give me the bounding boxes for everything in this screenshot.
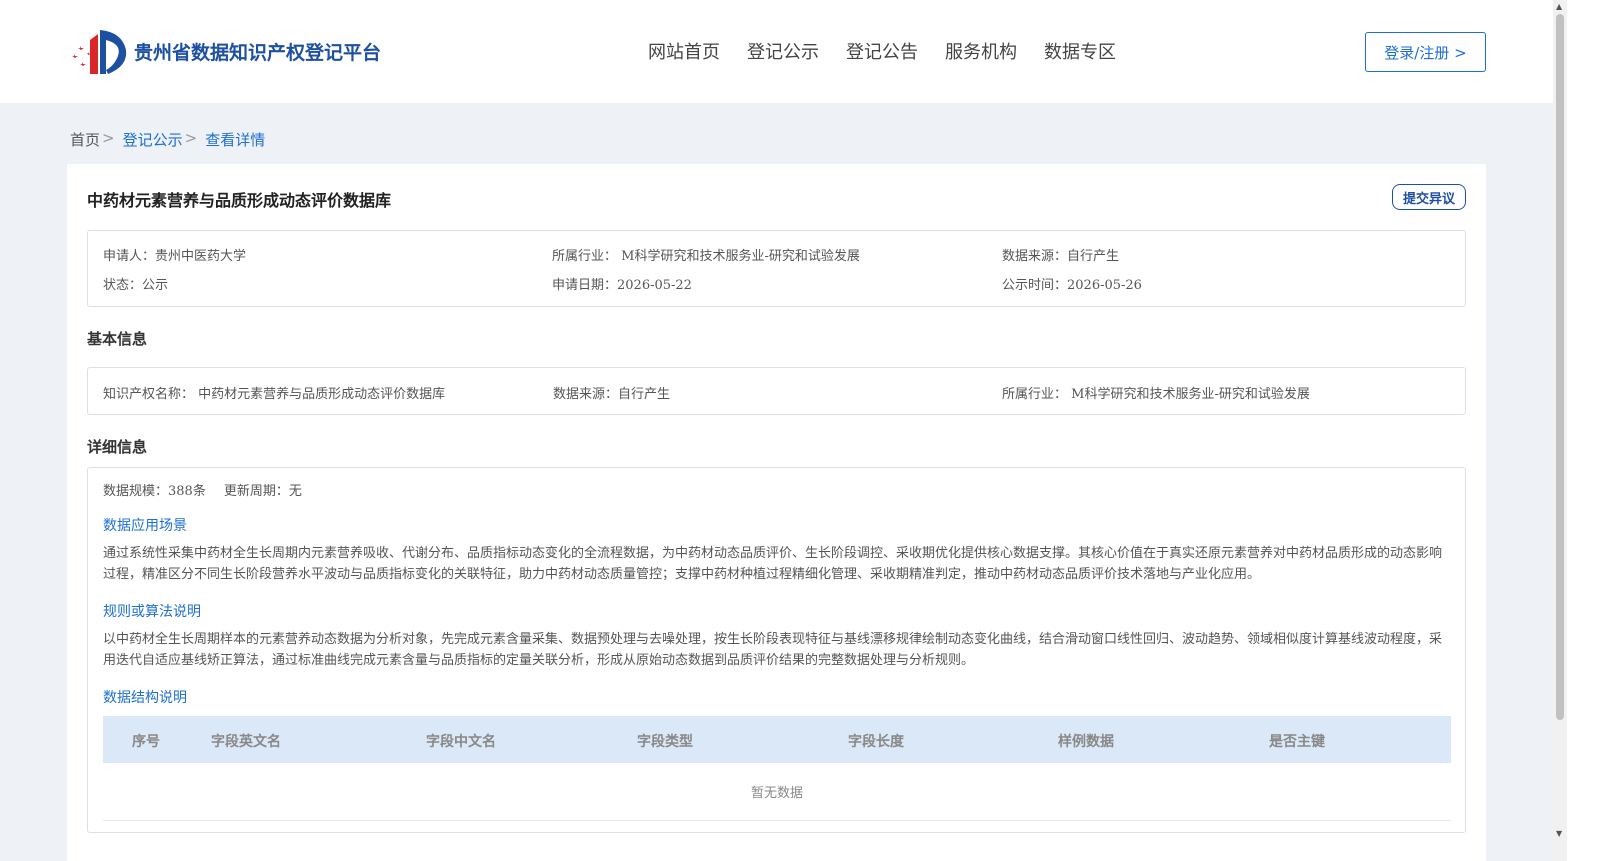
logo-text: 贵州省数据知识产权登记平台 bbox=[134, 41, 382, 64]
table-empty-state: 暂无数据 bbox=[103, 763, 1451, 821]
nav-registration-public[interactable]: 登记公示 bbox=[747, 38, 819, 64]
logo-icon bbox=[72, 30, 127, 74]
section-detail-info: 详细信息 bbox=[87, 438, 148, 456]
basic-info-box: 知识产权名称： 中药材元素营养与品质形成动态评价数据库 数据来源：自行产生 所属… bbox=[87, 367, 1466, 415]
breadcrumb-separator: > bbox=[102, 129, 115, 147]
basic-data-source: 数据来源：自行产生 bbox=[553, 387, 671, 402]
rule-heading: 规则或算法说明 bbox=[103, 604, 201, 620]
basic-industry: 所属行业： M科学研究和技术服务业-研究和试验发展 bbox=[1002, 387, 1310, 402]
col-sample: 样例数据 bbox=[1058, 734, 1114, 750]
rule-text: 以中药材全生长周期样本的元素营养动态数据为分析对象，先完成元素含量采集、数据预处… bbox=[103, 632, 1443, 668]
nav-registration-notice[interactable]: 登记公告 bbox=[846, 38, 918, 64]
breadcrumb-home[interactable]: 首页 bbox=[70, 129, 100, 150]
nav-home[interactable]: 网站首页 bbox=[648, 38, 720, 64]
window-edge bbox=[1567, 0, 1600, 861]
col-length: 字段长度 bbox=[848, 734, 904, 750]
status: 状态：公示 bbox=[103, 278, 169, 293]
page-title: 中药材元素营养与品质形成动态评价数据库 bbox=[87, 191, 392, 210]
col-english-name: 字段英文名 bbox=[211, 734, 281, 750]
breadcrumb-registration-public[interactable]: 登记公示 bbox=[123, 129, 183, 150]
main-nav: 网站首页 登记公示 登记公告 服务机构 数据专区 bbox=[648, 38, 1143, 64]
submit-objection-button[interactable]: 提交异议 bbox=[1392, 184, 1466, 210]
breadcrumb: 首页 > 登记公示 > 查看详情 bbox=[70, 129, 273, 150]
data-source: 数据来源：自行产生 bbox=[1002, 249, 1120, 264]
apply-date: 申请日期：2026-05-22 bbox=[552, 278, 692, 293]
publish-date: 公示时间：2026-05-26 bbox=[1002, 278, 1142, 293]
scrollbar-thumb[interactable] bbox=[1556, 14, 1564, 720]
detail-panel: 中药材元素营养与品质形成动态评价数据库 提交异议 申请人：贵州中医药大学 所属行… bbox=[67, 164, 1486, 861]
update-cycle: 更新周期：无 bbox=[223, 484, 302, 499]
industry: 所属行业： M科学研究和技术服务业-研究和试验发展 bbox=[552, 249, 860, 264]
site-logo[interactable]: 贵州省数据知识产权登记平台 bbox=[70, 26, 381, 76]
vertical-scrollbar[interactable]: ▲ ▼ bbox=[1553, 0, 1567, 861]
scroll-up-arrow-icon[interactable]: ▲ bbox=[1556, 2, 1562, 11]
col-chinese-name: 字段中文名 bbox=[426, 734, 496, 750]
nav-data-zone[interactable]: 数据专区 bbox=[1044, 38, 1116, 64]
data-scale: 数据规模：388条 bbox=[103, 484, 206, 499]
scroll-down-arrow-icon[interactable]: ▼ bbox=[1556, 829, 1562, 838]
data-structure-table: 序号 字段英文名 字段中文名 字段类型 字段长度 样例数据 是否主键 暂无数据 bbox=[103, 716, 1451, 821]
col-type: 字段类型 bbox=[637, 734, 693, 750]
ip-name: 知识产权名称： 中药材元素营养与品质形成动态评价数据库 bbox=[103, 387, 446, 402]
table-header: 序号 字段英文名 字段中文名 字段类型 字段长度 样例数据 是否主键 bbox=[103, 716, 1451, 763]
breadcrumb-view-details[interactable]: 查看详情 bbox=[205, 129, 265, 150]
data-scale-row: 数据规模：388条 更新周期：无 bbox=[103, 480, 320, 499]
detail-info-box: 数据规模：388条 更新周期：无 数据应用场景 通过系统性采集中药材全生长周期内元… bbox=[87, 467, 1466, 833]
col-index: 序号 bbox=[132, 734, 160, 750]
scene-text: 通过系统性采集中药材全生长周期内元素营养吸收、代谢分布、品质指标动态变化的全流程… bbox=[103, 546, 1443, 582]
site-header: 贵州省数据知识产权登记平台 网站首页 登记公示 登记公告 服务机构 数据专区 登… bbox=[0, 0, 1553, 103]
scene-heading: 数据应用场景 bbox=[103, 518, 187, 534]
applicant: 申请人：贵州中医药大学 bbox=[103, 249, 247, 264]
col-primary-key: 是否主键 bbox=[1269, 734, 1325, 750]
summary-box: 申请人：贵州中医药大学 所属行业： M科学研究和技术服务业-研究和试验发展 数据… bbox=[87, 230, 1466, 307]
structure-heading: 数据结构说明 bbox=[103, 690, 187, 706]
login-register-button[interactable]: 登录/注册 > bbox=[1365, 32, 1486, 72]
section-basic-info: 基本信息 bbox=[87, 330, 148, 348]
breadcrumb-separator: > bbox=[184, 129, 198, 147]
nav-service-agencies[interactable]: 服务机构 bbox=[945, 38, 1017, 64]
